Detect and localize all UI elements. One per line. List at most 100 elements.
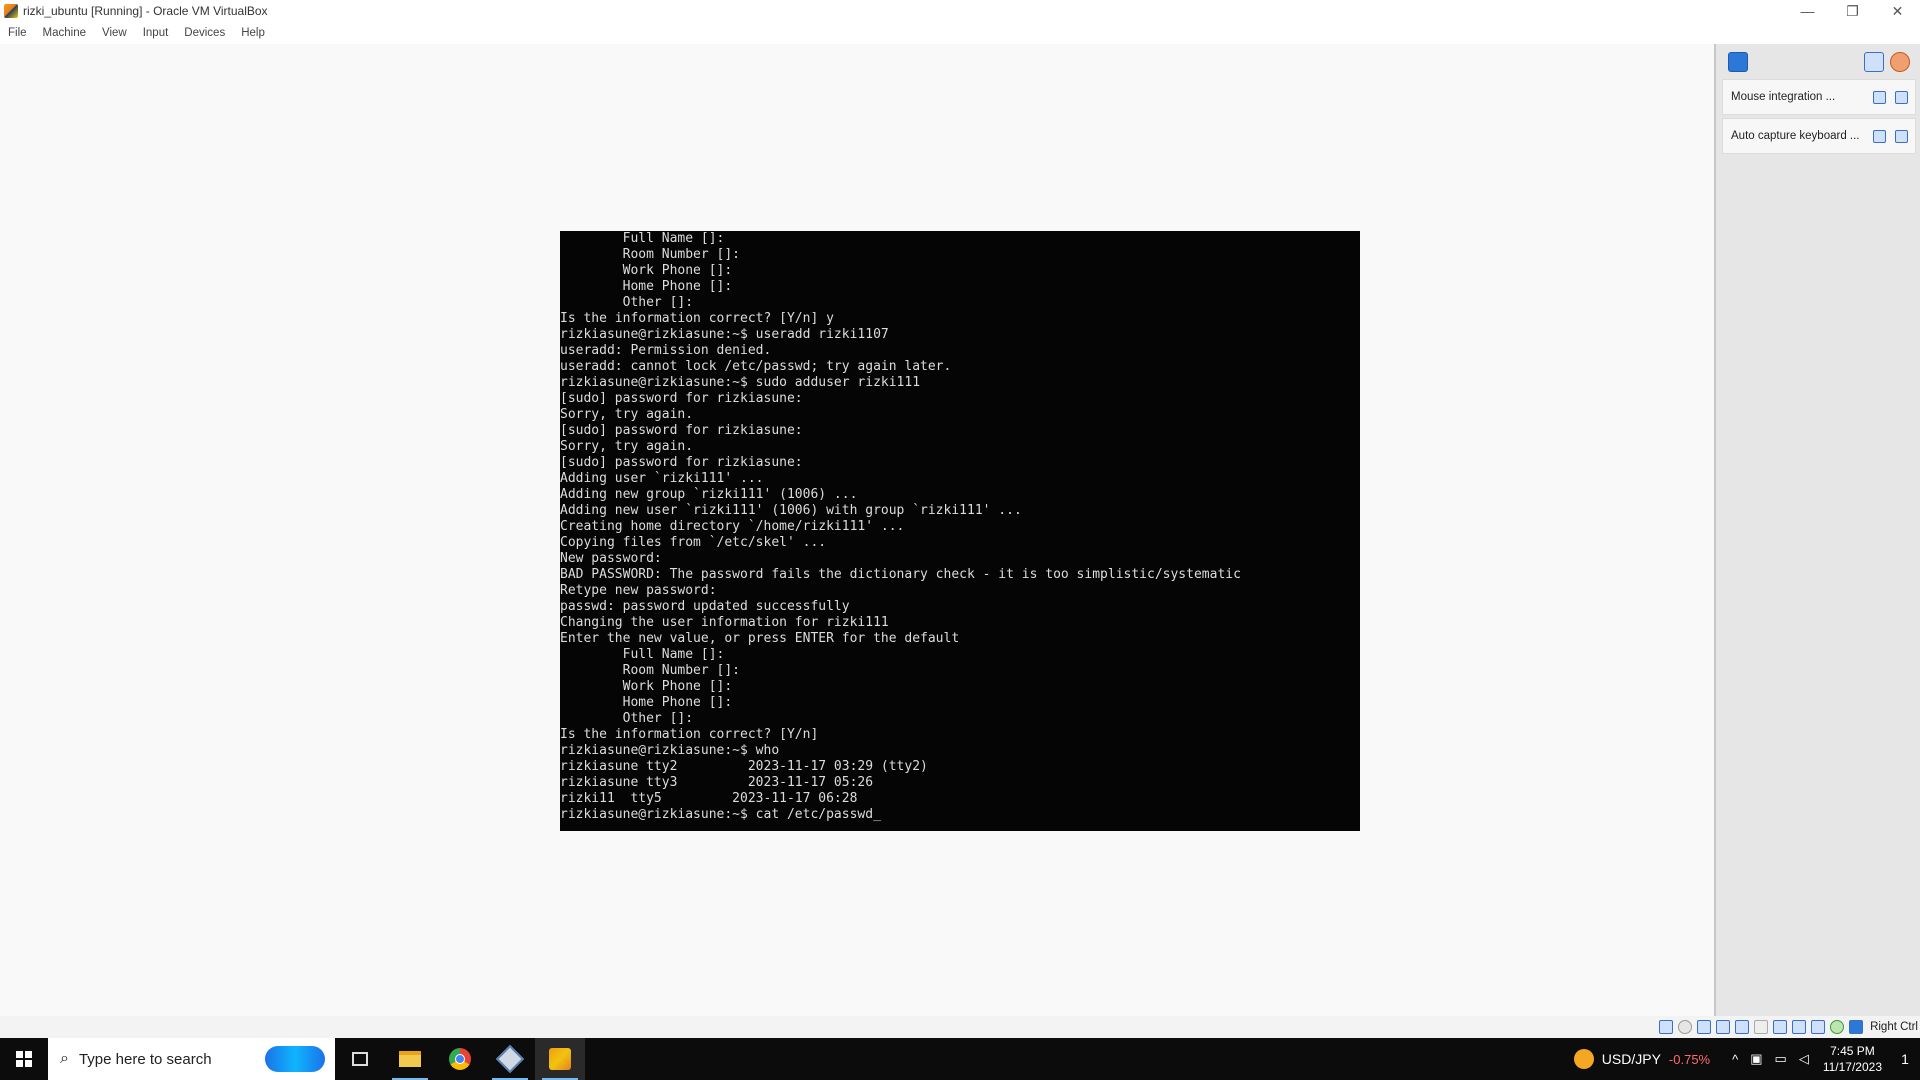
windows-logo-icon — [16, 1051, 32, 1067]
search-highlight-icon — [265, 1046, 325, 1072]
notification-text: Auto capture keyboard ... — [1731, 130, 1860, 142]
dont-show-again-icon[interactable] — [1873, 130, 1886, 143]
notification-panel-header — [1716, 44, 1920, 76]
terminal-line: Work Phone []: — [560, 263, 733, 278]
guest-additions-icon[interactable] — [1830, 1020, 1845, 1034]
network-icon[interactable] — [1716, 1020, 1731, 1034]
terminal-line: rizki11 tty5 2023-11-17 06:28 — [560, 791, 858, 806]
terminal-line: rizkiasune tty3 2023-11-17 05:26 — [560, 775, 874, 790]
terminal-line: Home Phone []: — [560, 279, 733, 294]
terminal-line: Room Number []: — [560, 663, 741, 678]
folder-icon — [399, 1051, 421, 1067]
menu-input[interactable]: Input — [135, 27, 177, 39]
window-titlebar: rizki_ubuntu [Running] - Oracle VM Virtu… — [0, 0, 1920, 22]
terminal-line: Sorry, try again. — [560, 407, 694, 422]
display-icon[interactable] — [1773, 1020, 1788, 1034]
stock-widget-icon[interactable] — [1573, 1049, 1594, 1069]
terminal-line: Is the information correct? [Y/n] y — [560, 311, 834, 326]
terminal-line: Room Number []: — [560, 247, 741, 262]
mouse-integration-icon[interactable] — [1849, 1020, 1864, 1034]
chrome-icon — [449, 1048, 471, 1070]
menu-help[interactable]: Help — [233, 27, 273, 39]
chrome-button[interactable] — [435, 1038, 485, 1080]
menu-machine[interactable]: Machine — [35, 27, 94, 39]
terminal-line: Home Phone []: — [560, 695, 733, 710]
vm-window-icon — [549, 1048, 571, 1070]
recording-icon[interactable] — [1792, 1020, 1807, 1034]
hard-disk-icon[interactable] — [1659, 1020, 1674, 1034]
terminal-line: rizkiasune@rizkiasune:~$ cat /etc/passwd… — [560, 807, 881, 822]
menu-file[interactable]: File — [0, 27, 35, 39]
host-key-label[interactable]: Right Ctrl — [1870, 1021, 1918, 1033]
terminal-line: passwd: password updated successfully — [560, 599, 850, 614]
terminal-line: rizkiasune@rizkiasune:~$ useradd rizki11… — [560, 327, 889, 342]
clock-date: 11/17/2023 — [1822, 1060, 1882, 1074]
notification-auto-capture-keyboard[interactable]: Auto capture keyboard ... — [1722, 118, 1916, 154]
terminal-line: Copying files from `/etc/skel' ... — [560, 535, 827, 550]
dismiss-icon[interactable] — [1895, 130, 1908, 143]
terminal-line: Retype new password: — [560, 583, 717, 598]
terminal-line: Adding new user `rizki111' (1006) with g… — [560, 503, 1022, 518]
vm-status-bar: Right Ctrl — [0, 1016, 1920, 1038]
windows-taskbar: ⌕ Type here to search USD/JPY -0.75% ^ ▣… — [0, 1038, 1920, 1080]
terminal-line: rizkiasune@rizkiasune:~$ who — [560, 743, 780, 758]
task-view-button[interactable] — [335, 1038, 385, 1080]
chevron-up-icon[interactable]: ^ — [1732, 1052, 1738, 1067]
system-tray: USD/JPY -0.75% ^ ▣ ▭ ◁ 7:45 PM 11/17/202… — [1573, 1038, 1920, 1080]
vm-display-area[interactable]: Full Name []: Room Number []: Work Phone… — [0, 44, 1715, 1038]
network-icon[interactable]: ▭ — [1775, 1051, 1787, 1067]
notification-center-icon[interactable] — [1728, 52, 1748, 72]
virtualbox-manager-button[interactable] — [485, 1038, 535, 1080]
shared-folders-icon[interactable] — [1754, 1020, 1769, 1034]
menu-view[interactable]: View — [94, 27, 135, 39]
window-controls: — ❐ ✕ — [1785, 0, 1920, 22]
terminal-line: [sudo] password for rizkiasune: — [560, 391, 803, 406]
cpu-icon[interactable] — [1811, 1020, 1826, 1034]
clock[interactable]: 7:45 PM 11/17/2023 — [1823, 1043, 1882, 1075]
audio-icon[interactable] — [1697, 1020, 1712, 1034]
notification-count: 1 — [1901, 1051, 1909, 1067]
dont-show-again-icon[interactable] — [1873, 91, 1886, 104]
notification-center-panel: Mouse integration ... Auto capture keybo… — [1714, 44, 1920, 1016]
clear-all-icon[interactable] — [1890, 52, 1910, 72]
virtualbox-icon — [495, 1044, 525, 1074]
stock-change[interactable]: -0.75% — [1669, 1052, 1710, 1067]
menu-devices[interactable]: Devices — [176, 27, 233, 39]
menu-bar: File Machine View Input Devices Help — [0, 22, 1920, 44]
stock-name[interactable]: USD/JPY — [1602, 1051, 1661, 1067]
restore-button[interactable]: ❐ — [1830, 0, 1875, 22]
terminal-line: Work Phone []: — [560, 679, 733, 694]
file-explorer-button[interactable] — [385, 1038, 435, 1080]
action-center-button[interactable]: 1 — [1890, 1051, 1920, 1067]
taskbar-search-box[interactable]: ⌕ Type here to search — [48, 1038, 335, 1080]
dismiss-icon[interactable] — [1895, 91, 1908, 104]
terminal-line: Sorry, try again. — [560, 439, 694, 454]
terminal-line: BAD PASSWORD: The password fails the dic… — [560, 567, 1241, 582]
vm-terminal-screen[interactable]: Full Name []: Room Number []: Work Phone… — [560, 231, 1360, 831]
terminal-line: Is the information correct? [Y/n] — [560, 727, 819, 742]
terminal-line: rizkiasune@rizkiasune:~$ sudo adduser ri… — [560, 375, 921, 390]
terminal-line: [sudo] password for rizkiasune: — [560, 423, 803, 438]
terminal-line: Full Name []: — [560, 647, 725, 662]
virtualbox-vm-icon — [4, 4, 18, 18]
start-button[interactable] — [0, 1038, 48, 1080]
terminal-line: Other []: — [560, 295, 694, 310]
search-placeholder: Type here to search — [78, 1050, 212, 1068]
notification-mouse-integration[interactable]: Mouse integration ... — [1722, 79, 1916, 115]
minimize-button[interactable]: — — [1785, 0, 1830, 22]
terminal-line: New password: — [560, 551, 662, 566]
terminal-line: useradd: Permission denied. — [560, 343, 772, 358]
task-view-icon — [352, 1052, 368, 1066]
sort-icon[interactable] — [1864, 52, 1884, 72]
usb-icon[interactable] — [1735, 1020, 1750, 1034]
close-button[interactable]: ✕ — [1875, 0, 1920, 22]
terminal-line: [sudo] password for rizkiasune: — [560, 455, 803, 470]
terminal-line: useradd: cannot lock /etc/passwd; try ag… — [560, 359, 952, 374]
terminal-line: Full Name []: — [560, 231, 725, 246]
optical-drive-icon[interactable] — [1678, 1020, 1693, 1034]
meet-now-icon[interactable]: ▣ — [1750, 1051, 1762, 1067]
speaker-muted-icon[interactable]: ◁ — [1799, 1051, 1809, 1067]
terminal-line: rizkiasune tty2 2023-11-17 03:29 (tty2) — [560, 759, 928, 774]
vm-window-button[interactable] — [535, 1038, 585, 1080]
search-icon: ⌕ — [60, 1050, 69, 1067]
